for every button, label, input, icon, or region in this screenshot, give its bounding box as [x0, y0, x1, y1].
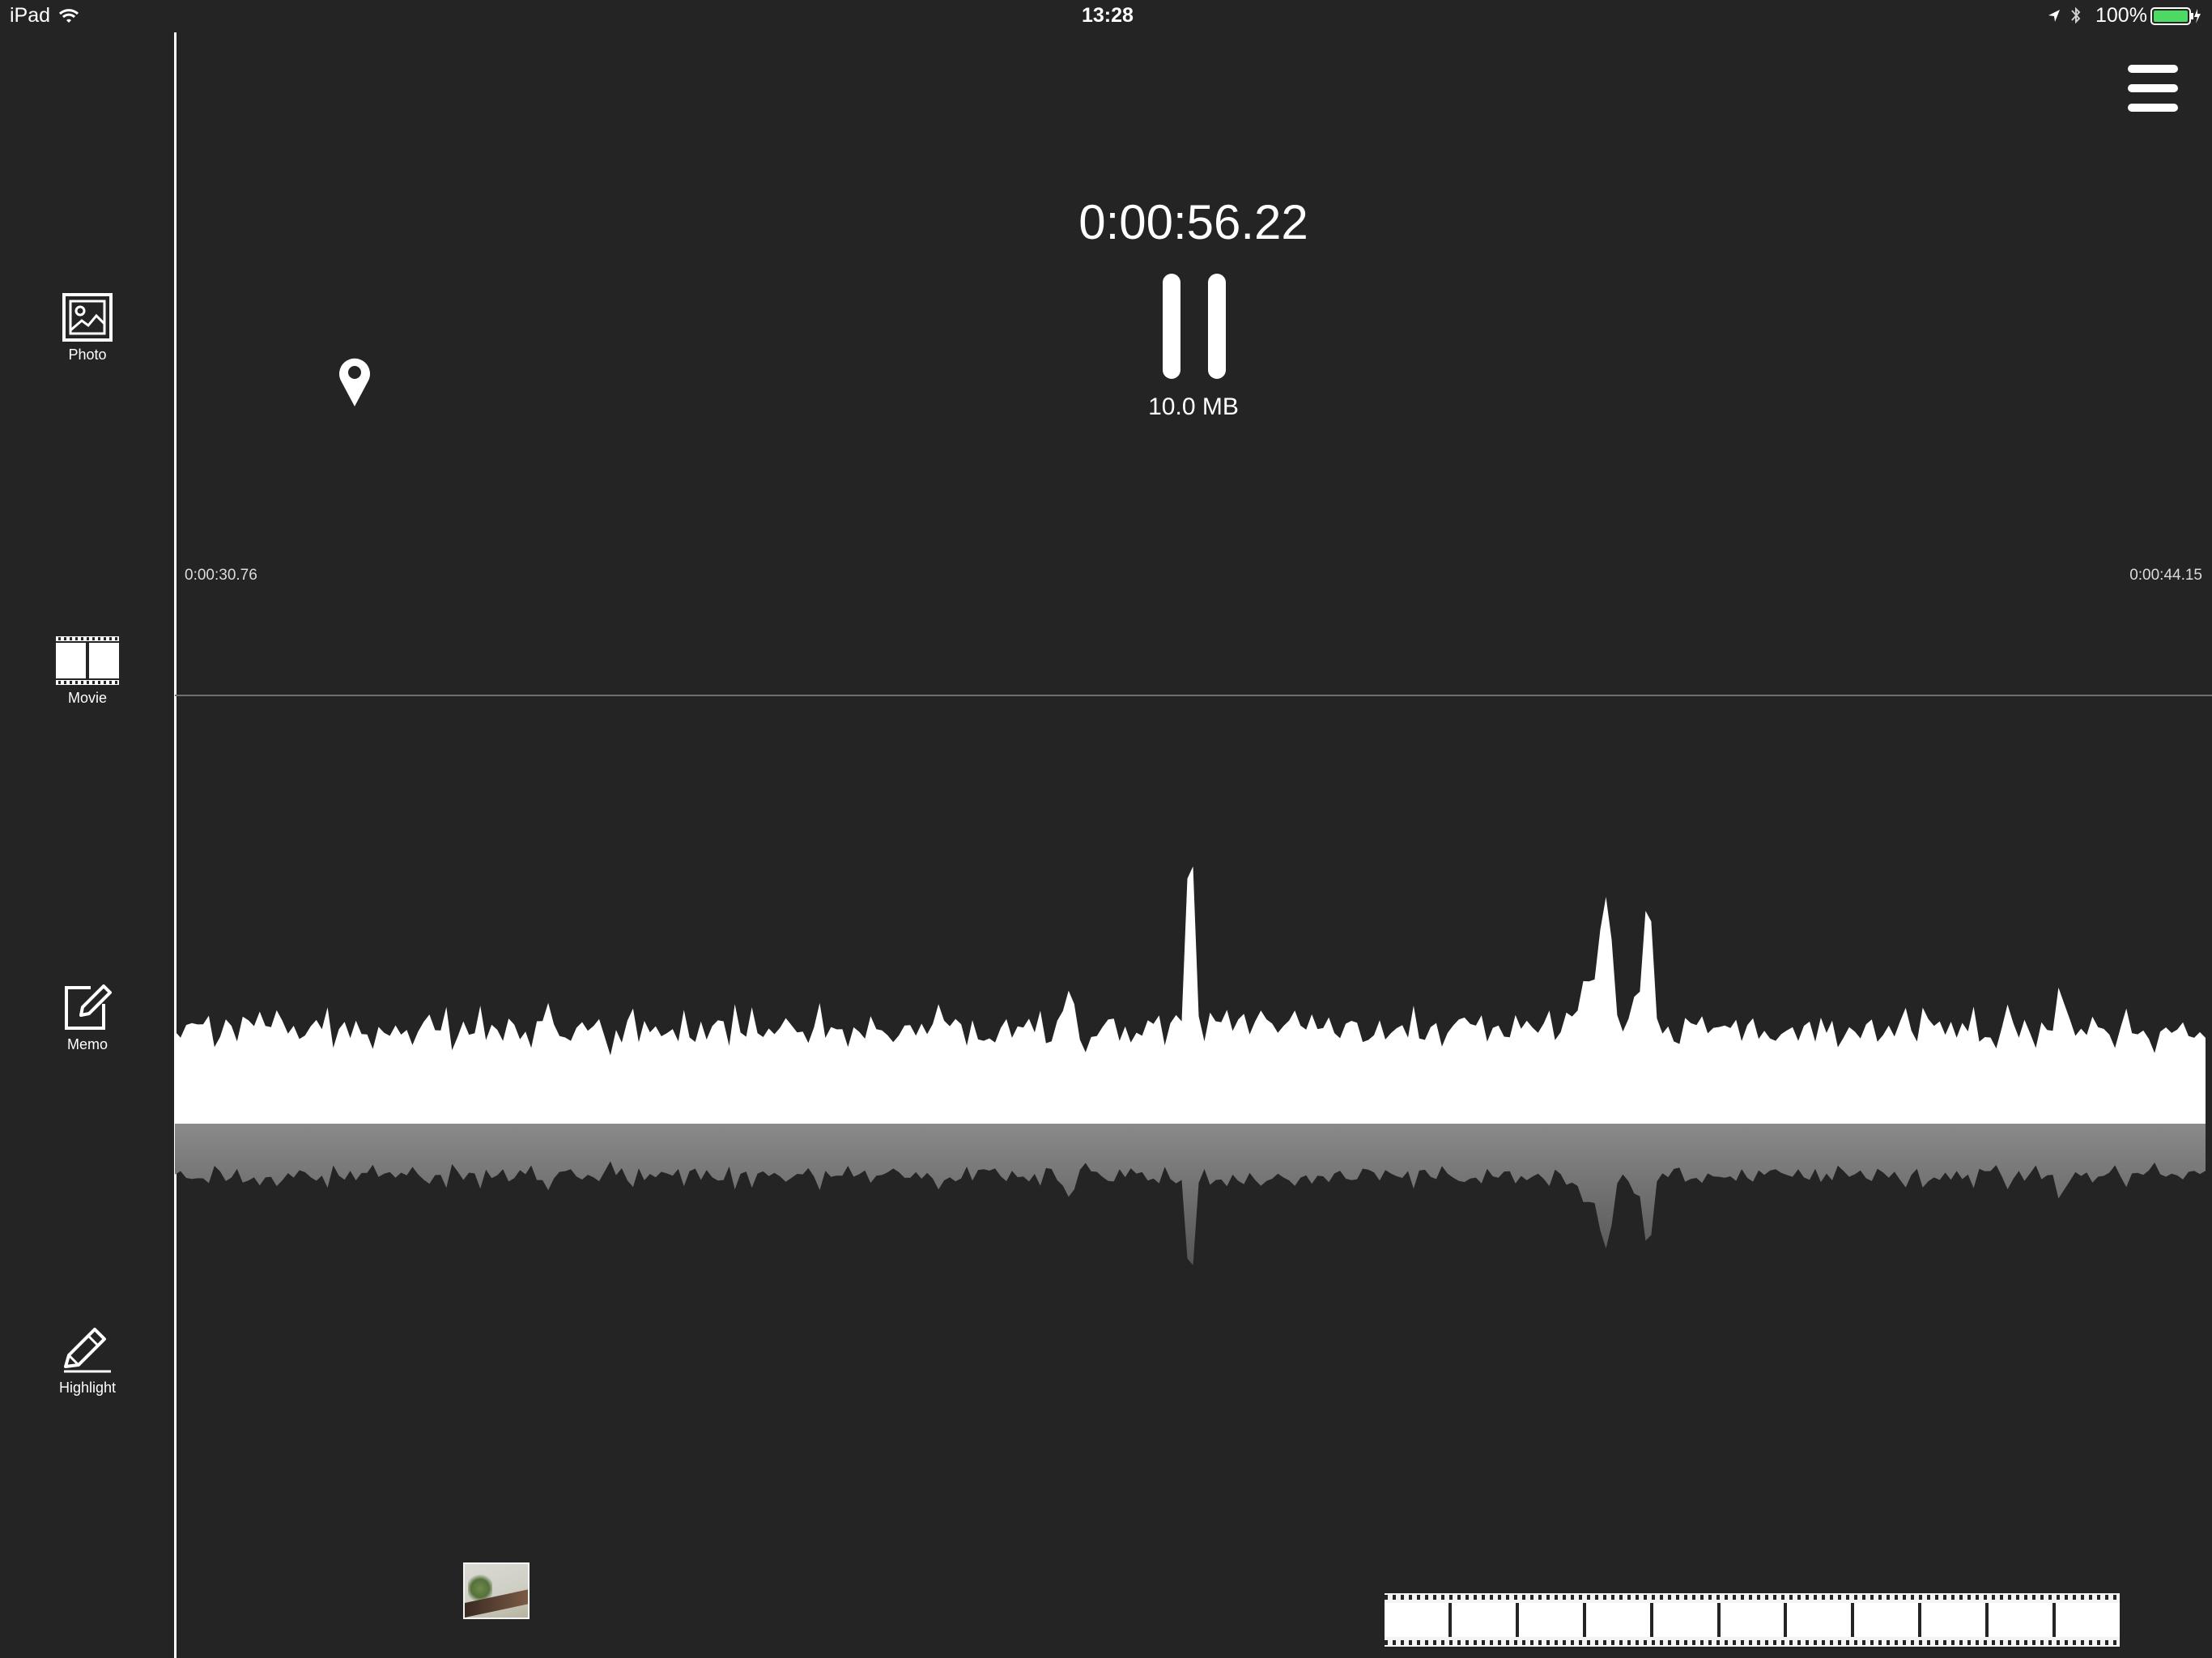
- sidebar-label-memo: Memo: [66, 1036, 108, 1052]
- pause-icon-bar: [1208, 274, 1226, 379]
- pause-icon: [1163, 274, 1180, 379]
- sidebar-item-photo[interactable]: Photo: [0, 293, 175, 363]
- waveform-reflection: [175, 1124, 2206, 1265]
- file-size: 10.0 MB: [1148, 393, 1239, 420]
- audio-waveform[interactable]: [175, 777, 2206, 1360]
- highlight-icon: [64, 1328, 111, 1373]
- sidebar-label-movie: Movie: [67, 690, 107, 706]
- device-name: iPad: [10, 4, 51, 27]
- elapsed-time: 0:00:56.22: [1078, 195, 1308, 249]
- bluetooth-icon: [2071, 6, 2081, 24]
- film-icon: [56, 636, 119, 685]
- status-time: 13:28: [1082, 4, 1134, 27]
- battery-percent: 100%: [2095, 4, 2147, 27]
- sidebar-label-highlight: Highlight: [58, 1380, 117, 1396]
- photo-thumbnail[interactable]: [463, 1562, 530, 1619]
- timeline-start-time: 0:00:30.76: [185, 567, 257, 584]
- waveform-upper: [175, 866, 2206, 1124]
- location-pin-icon[interactable]: [337, 355, 372, 408]
- wifi-icon: [58, 9, 79, 23]
- sidebar-label-photo: Photo: [68, 346, 107, 363]
- memo-icon: [65, 984, 112, 1030]
- battery-icon: [2150, 7, 2201, 25]
- hamburger-menu-icon[interactable]: [2126, 63, 2180, 113]
- sidebar-item-highlight[interactable]: Highlight: [0, 1326, 175, 1397]
- timeline-end-time: 0:00:44.15: [2129, 567, 2202, 584]
- photo-icon: [62, 293, 113, 342]
- sidebar-item-memo[interactable]: Memo: [0, 981, 175, 1053]
- location-arrow-icon: [2048, 10, 2060, 22]
- sidebar-item-movie[interactable]: Movie: [0, 636, 175, 707]
- timeline-divider: [175, 695, 2212, 696]
- film-strip[interactable]: [1385, 1593, 2120, 1647]
